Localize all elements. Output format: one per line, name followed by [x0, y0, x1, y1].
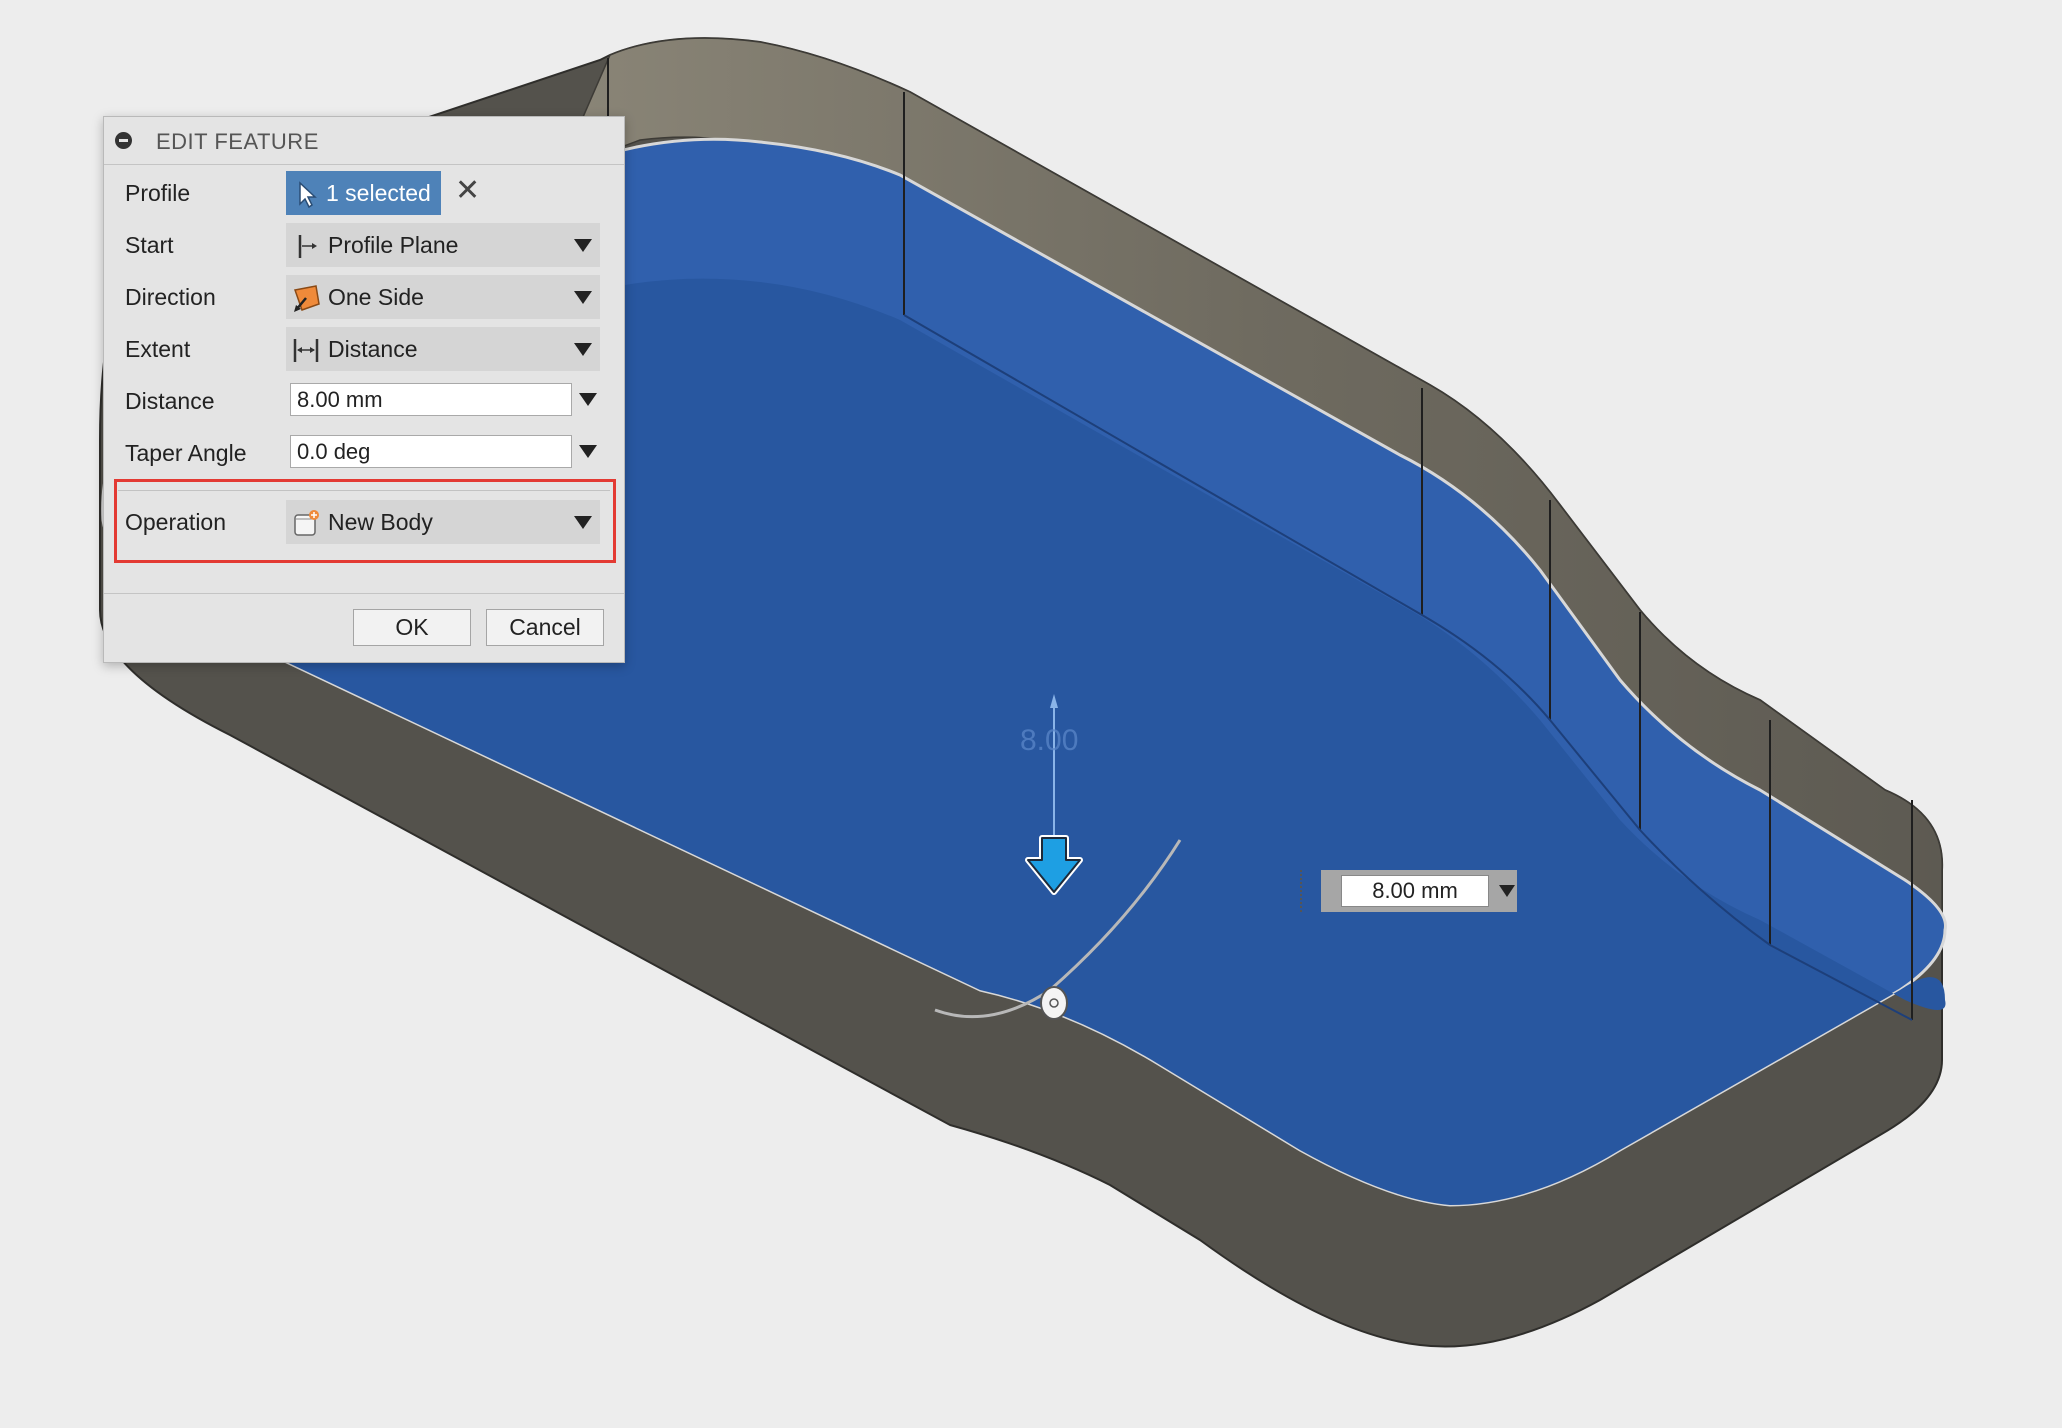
distance-dropdown-icon[interactable]	[579, 393, 597, 406]
direction-row: Direction One Side	[104, 275, 624, 319]
chevron-down-icon	[574, 343, 592, 356]
dimension-label: 8.00	[1020, 724, 1079, 757]
chevron-down-icon	[574, 291, 592, 304]
cursor-arrow-icon	[299, 181, 317, 208]
manipulator-drag-grip[interactable]	[1300, 870, 1306, 912]
ok-button[interactable]: OK	[353, 609, 471, 646]
direction-value: One Side	[328, 284, 424, 310]
distance-manipulator-input[interactable]	[1341, 875, 1489, 907]
profile-select-value: 1 selected	[326, 180, 431, 206]
clear-selection-icon[interactable]: ✕	[455, 176, 480, 206]
start-row: Start Profile Plane	[104, 223, 624, 267]
distance-input[interactable]	[290, 383, 572, 416]
start-label: Start	[125, 232, 174, 258]
taper-angle-row: Taper Angle	[104, 431, 624, 475]
extent-dropdown[interactable]: Distance	[286, 327, 600, 371]
direction-dropdown[interactable]: One Side	[286, 275, 600, 319]
distance-row: Distance	[104, 379, 624, 423]
direction-label: Direction	[125, 284, 216, 310]
taper-angle-label: Taper Angle	[125, 440, 247, 466]
taper-angle-input[interactable]	[290, 435, 572, 468]
profile-select-button[interactable]: 1 selected	[286, 171, 441, 215]
distance-manipulator-dropdown-icon[interactable]	[1499, 885, 1515, 897]
taper-angle-dropdown-icon[interactable]	[579, 445, 597, 458]
extent-value: Distance	[328, 336, 418, 362]
profile-label: Profile	[125, 180, 191, 206]
dialog-header: EDIT FEATURE	[104, 117, 624, 165]
profile-row: Profile 1 selected ✕	[104, 171, 624, 215]
edit-feature-dialog: EDIT FEATURE Profile 1 selected ✕ Start …	[103, 116, 625, 663]
chevron-down-icon	[574, 239, 592, 252]
one-side-icon	[294, 285, 320, 312]
footer-divider	[104, 593, 624, 594]
profile-plane-icon	[298, 235, 317, 258]
operation-highlight-annotation	[114, 479, 616, 563]
extent-row: Extent Distance	[104, 327, 624, 371]
cancel-button[interactable]: Cancel	[486, 609, 604, 646]
angle-manipulator-handle-icon[interactable]	[1040, 986, 1068, 1020]
start-value: Profile Plane	[328, 232, 459, 258]
start-dropdown[interactable]: Profile Plane	[286, 223, 600, 267]
extent-label: Extent	[125, 336, 191, 362]
distance-label: Distance	[125, 388, 215, 414]
distance-extent-icon	[293, 339, 319, 362]
dialog-title: EDIT FEATURE	[156, 129, 319, 154]
distance-manipulator	[1321, 870, 1517, 912]
collapse-icon[interactable]	[115, 132, 132, 149]
